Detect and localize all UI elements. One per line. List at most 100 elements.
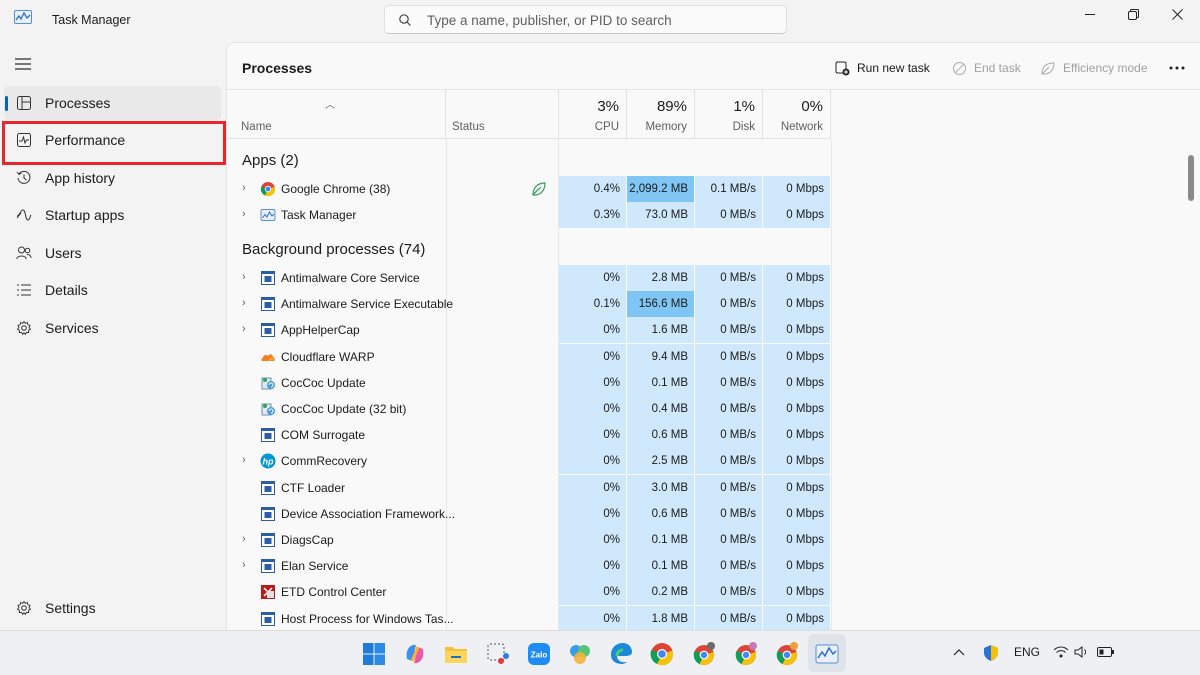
process-row[interactable]: › Task Manager 0.3% 73.0 MB 0 MB/s 0 Mbps xyxy=(227,202,831,228)
network-cell: 0 Mbps xyxy=(763,500,831,527)
sidebar-item-users[interactable]: Users xyxy=(4,236,221,270)
column-header-memory[interactable]: 89% Memory xyxy=(627,90,695,139)
cpu-cell: 0% xyxy=(559,579,627,606)
close-icon xyxy=(1171,8,1183,20)
process-row[interactable]: › Antimalware Core Service 0% 2.8 MB 0 MB/s 0… xyxy=(227,265,831,291)
startup-icon xyxy=(16,209,32,221)
expand-chevron-icon[interactable]: › xyxy=(242,559,246,571)
restore-icon xyxy=(1127,8,1139,20)
photos-icon[interactable] xyxy=(567,641,593,667)
end-task-button[interactable]: End task xyxy=(952,58,1021,78)
process-row[interactable]: CTF Loader 0% 3.0 MB 0 MB/s 0 Mbps xyxy=(227,474,831,501)
task-manager-icon[interactable] xyxy=(814,641,840,667)
memory-cell: 9.4 MB xyxy=(627,343,695,370)
search-icon xyxy=(399,14,411,26)
process-row[interactable]: ETD Control Center 0% 0.2 MB 0 MB/s 0 Mbps xyxy=(227,579,831,606)
language-indicator[interactable]: ENG xyxy=(1014,645,1040,659)
minimize-button[interactable] xyxy=(1068,0,1112,28)
network-cell: 0 Mbps xyxy=(763,448,831,475)
network-cell: 0 Mbps xyxy=(763,369,831,396)
cpu-cell: 0% xyxy=(559,265,627,291)
expand-chevron-icon[interactable]: › xyxy=(242,208,246,220)
run-new-task-button[interactable]: Run new task xyxy=(835,58,930,78)
group-header-row-spacer xyxy=(559,228,831,265)
sidebar-item-startup-apps[interactable]: Startup apps xyxy=(4,198,221,232)
process-row[interactable]: Cloudflare WARP 0% 9.4 MB 0 MB/s 0 Mbps xyxy=(227,343,831,370)
column-header-network[interactable]: 0% Network xyxy=(763,90,831,139)
process-row[interactable]: › Antimalware Service Executable 0.1% 156.6… xyxy=(227,291,831,318)
column-divider xyxy=(831,139,832,630)
process-name: CocCoc Update xyxy=(281,375,366,390)
process-row[interactable]: › AppHelperCap 0% 1.6 MB 0 MB/s 0 Mbps xyxy=(227,317,831,344)
page-title: Processes xyxy=(242,60,313,76)
process-row[interactable]: Device Association Framework... 0% 0.6 MB 0… xyxy=(227,500,831,527)
file-explorer-icon[interactable] xyxy=(443,641,469,667)
edge-icon[interactable] xyxy=(608,641,634,667)
column-header-disk[interactable]: 1% Disk xyxy=(695,90,763,139)
search-box[interactable] xyxy=(384,5,787,34)
sidebar-item-label: Details xyxy=(45,282,88,298)
process-name: CocCoc Update (32 bit) xyxy=(281,402,407,416)
show-hidden-icons-chevron-up-icon[interactable] xyxy=(953,647,965,659)
efficiency-leaf-icon xyxy=(532,182,546,196)
column-header-name[interactable]: ︿ Name xyxy=(227,90,446,139)
volume-icon[interactable] xyxy=(1074,645,1090,659)
battery-icon[interactable] xyxy=(1097,646,1115,658)
process-row[interactable]: › Google Chrome (38) 0.4% 2,099.2 MB 0.1 MB/… xyxy=(227,176,831,202)
expand-chevron-icon[interactable]: › xyxy=(242,182,246,194)
sidebar-item-details[interactable]: Details xyxy=(4,273,221,307)
zalo-icon[interactable]: Zalo xyxy=(526,641,552,667)
process-row[interactable]: › Elan Service 0% 0.1 MB 0 MB/s 0 Mbps xyxy=(227,553,831,580)
process-name: Antimalware Service Executable xyxy=(281,297,454,312)
more-options-button[interactable] xyxy=(1167,58,1187,78)
scrollbar-thumb[interactable] xyxy=(1188,155,1194,201)
sidebar-item-services[interactable]: Services xyxy=(4,311,221,345)
process-row[interactable]: Host Process for Windows Tas... 0% 1.8 MB 0… xyxy=(227,605,831,630)
expand-chevron-icon[interactable]: › xyxy=(242,533,246,545)
expand-chevron-icon[interactable]: › xyxy=(242,297,246,309)
chrome-profile-icon[interactable] xyxy=(774,641,800,667)
process-row[interactable]: CocCoc Update 0% 0.1 MB 0 MB/s 0 Mbps xyxy=(227,369,831,396)
sidebar-item-label: Startup apps xyxy=(45,207,125,223)
column-header-cpu[interactable]: 3% CPU xyxy=(559,90,627,139)
sidebar-item-settings[interactable]: Settings xyxy=(4,591,221,625)
cpu-total-percent: 3% xyxy=(597,98,619,115)
search-input[interactable] xyxy=(427,11,777,29)
start-icon[interactable] xyxy=(361,641,387,667)
expand-chevron-icon[interactable]: › xyxy=(242,323,246,335)
column-header-status[interactable]: Status xyxy=(446,90,559,139)
hamburger-menu-icon[interactable] xyxy=(14,57,32,71)
chrome-profile-icon[interactable] xyxy=(733,641,759,667)
updater-icon xyxy=(261,377,275,390)
network-cell: 0 Mbps xyxy=(763,202,831,228)
memory-cell: 0.1 MB xyxy=(627,369,695,396)
memory-cell: 0.6 MB xyxy=(627,422,695,449)
network-cell: 0 Mbps xyxy=(763,527,831,553)
cpu-cell: 0% xyxy=(559,527,627,553)
wifi-icon[interactable] xyxy=(1053,645,1069,659)
processes-panel: Processes Run new task End task Efficien… xyxy=(226,42,1200,630)
sidebar-item-processes[interactable]: Processes xyxy=(4,86,221,120)
restore-button[interactable] xyxy=(1111,0,1155,28)
process-row[interactable]: COM Surrogate 0% 0.6 MB 0 MB/s 0 Mbps xyxy=(227,422,831,449)
memory-cell: 2,099.2 MB xyxy=(627,176,695,202)
settings-gear-icon xyxy=(16,600,32,616)
process-row[interactable]: › DiagsCap 0% 0.1 MB 0 MB/s 0 Mbps xyxy=(227,527,831,553)
column-header-label: Name xyxy=(241,121,272,133)
process-name: Google Chrome (38) xyxy=(281,182,391,196)
process-row[interactable]: CocCoc Update (32 bit) 0% 0.4 MB 0 MB/s 0 Mb… xyxy=(227,396,831,422)
efficiency-mode-button[interactable]: Efficiency mode xyxy=(1040,58,1148,78)
close-button[interactable] xyxy=(1155,0,1199,28)
defender-shield-icon[interactable] xyxy=(982,644,1000,662)
chrome-icon[interactable] xyxy=(649,641,675,667)
expand-chevron-icon[interactable]: › xyxy=(242,271,246,283)
process-name: AppHelperCap xyxy=(281,323,360,338)
cpu-cell: 0% xyxy=(559,343,627,370)
copilot-icon[interactable] xyxy=(402,641,428,667)
sidebar-item-app-history[interactable]: App history xyxy=(4,161,221,195)
process-row[interactable]: › hp CommRecovery 0% 2.5 MB 0 MB/s 0 Mbps xyxy=(227,448,831,475)
snipping-tool-icon[interactable] xyxy=(485,641,511,667)
expand-chevron-icon[interactable]: › xyxy=(242,454,246,466)
chrome-profile-icon[interactable] xyxy=(691,641,717,667)
process-name: Elan Service xyxy=(281,559,349,574)
